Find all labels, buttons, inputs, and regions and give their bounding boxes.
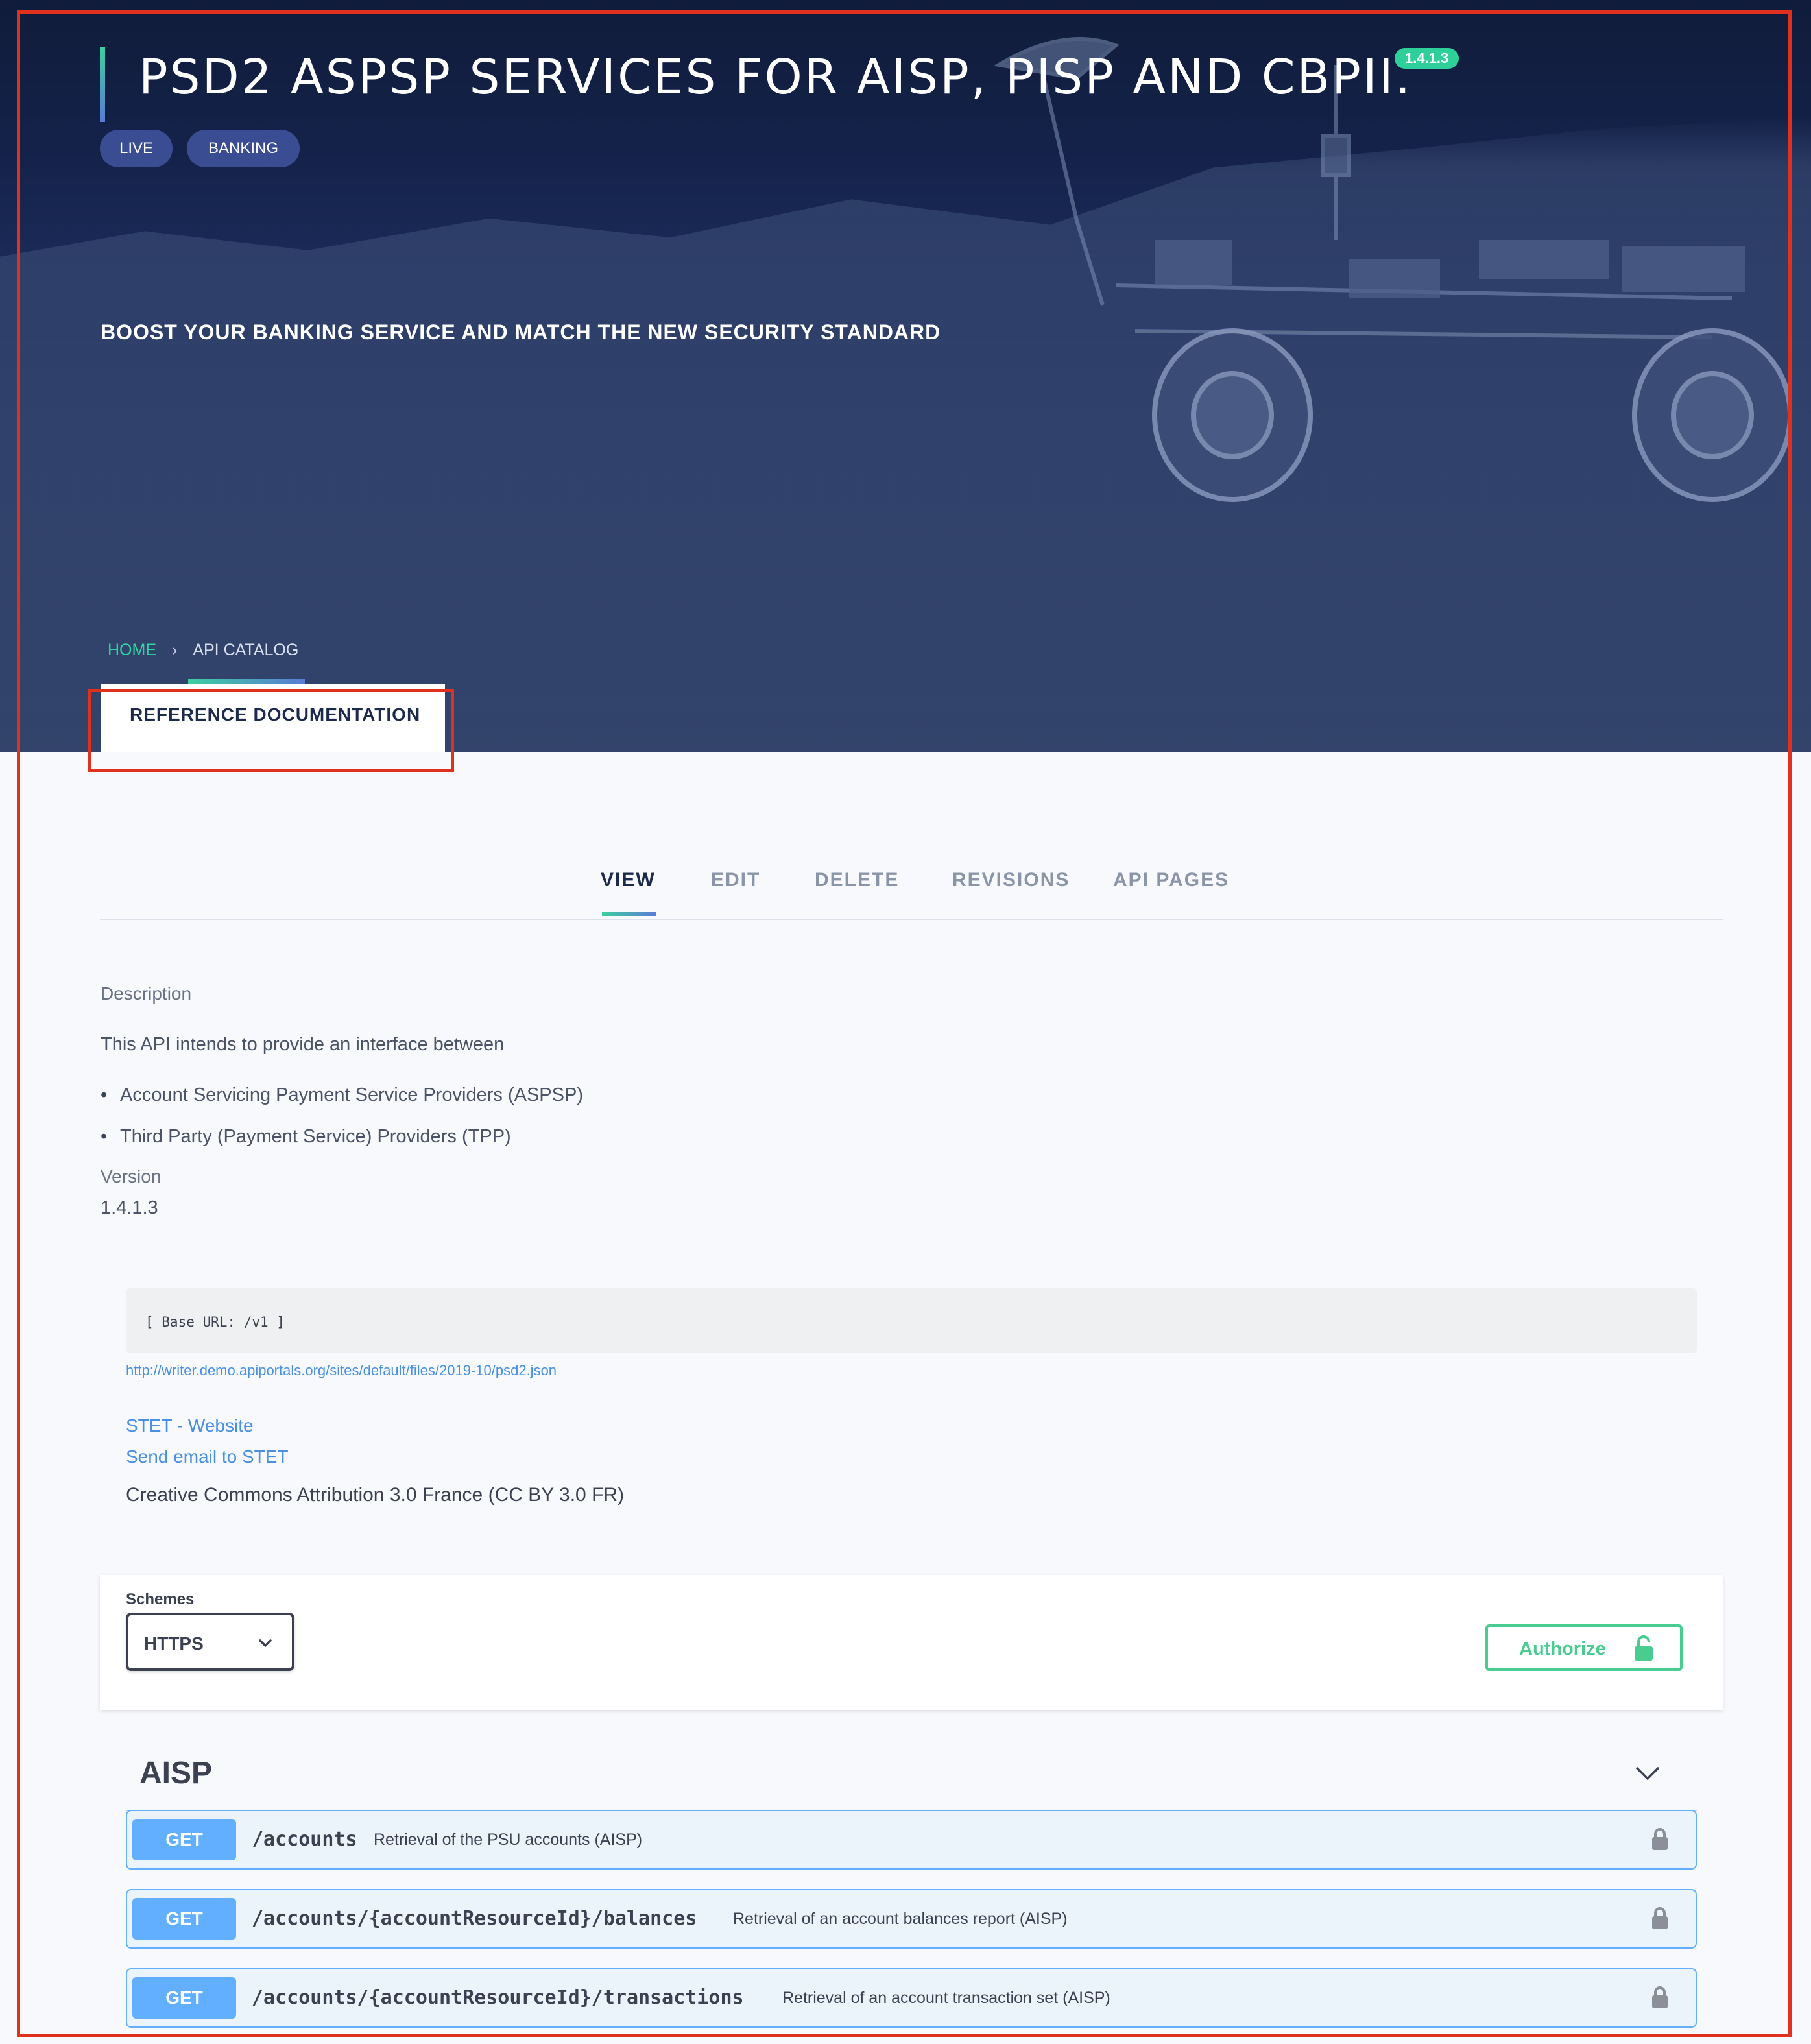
schemes-select[interactable]: HTTPS (126, 1613, 294, 1671)
tab-api-pages[interactable]: API PAGES (1113, 869, 1229, 891)
section-title-aisp[interactable]: AISP (139, 1755, 212, 1791)
hero-banner: PSD2 ASPSP SERVICES FOR AISP, PISP AND C… (0, 0, 1811, 752)
license-text: Creative Commons Attribution 3.0 France … (126, 1484, 625, 1506)
description-bullet: Account Servicing Payment Service Provid… (101, 1085, 583, 1106)
method-badge: GET (132, 1819, 236, 1860)
active-tab-indicator (602, 912, 656, 916)
operation-path: /accounts/{accountResourceId}/transactio… (252, 1986, 744, 2009)
breadcrumb-home-link[interactable]: HOME (108, 641, 156, 659)
hero-subtitle: BOOST YOUR BANKING SERVICE AND MATCH THE… (101, 320, 941, 344)
base-url-text: [ Base URL: /v1 ] (145, 1314, 285, 1330)
spec-json-link[interactable]: http://writer.demo.apiportals.org/sites/… (126, 1362, 557, 1379)
chevron-down-icon (259, 1639, 272, 1647)
tab-delete[interactable]: DELETE (815, 869, 899, 891)
method-badge: GET (132, 1977, 236, 2019)
tag-live[interactable]: LIVE (100, 130, 173, 167)
operation-row[interactable]: GET /accounts/{accountResourceId}/transa… (126, 1968, 1697, 2028)
page-title: PSD2 ASPSP SERVICES FOR AISP, PISP AND C… (139, 49, 1413, 105)
website-link[interactable]: STET - Website (126, 1415, 254, 1436)
base-url-box (126, 1288, 1697, 1353)
operation-path: /accounts/{accountResourceId}/balances (252, 1907, 697, 1930)
annotation-highlight-reference-tab (88, 689, 454, 772)
operation-summary: Retrieval of the PSU accounts (AISP) (374, 1831, 643, 1849)
description-text: This API intends to provide an interface… (101, 1034, 505, 1055)
operation-path: /accounts (252, 1828, 357, 1851)
padlock-icon[interactable] (1650, 1906, 1670, 1932)
breadcrumb: HOME › API CATALOG (108, 641, 298, 660)
chevron-down-icon[interactable] (1635, 1763, 1661, 1783)
schemes-panel (100, 1575, 1723, 1710)
method-badge: GET (132, 1898, 236, 1940)
tag-banking[interactable]: BANKING (187, 130, 300, 167)
description-label: Description (101, 983, 192, 1004)
unlocked-padlock-icon (1635, 1635, 1653, 1661)
version-badge: 1.4.1.3 (1395, 48, 1459, 69)
authorize-button[interactable]: Authorize (1485, 1624, 1683, 1671)
operation-summary: Retrieval of an account transaction set … (782, 1989, 1110, 2007)
chevron-right-icon: › (172, 641, 178, 659)
padlock-icon[interactable] (1650, 1827, 1670, 1853)
title-accent-bar (100, 47, 105, 122)
authorize-label: Authorize (1519, 1639, 1606, 1659)
description-bullet: Third Party (Payment Service) Providers … (101, 1126, 511, 1148)
version-value: 1.4.1.3 (101, 1197, 158, 1218)
operation-summary: Retrieval of an account balances report … (733, 1910, 1068, 1928)
padlock-icon[interactable] (1650, 1985, 1670, 2011)
tab-revisions[interactable]: REVISIONS (952, 869, 1070, 891)
tab-edit[interactable]: EDIT (711, 869, 760, 891)
operation-row[interactable]: GET /accounts Retrieval of the PSU accou… (126, 1810, 1697, 1870)
schemes-selected-value: HTTPS (144, 1633, 204, 1653)
schemes-label: Schemes (126, 1591, 195, 1608)
tab-view[interactable]: VIEW (601, 869, 656, 891)
reference-tab-accent (188, 679, 305, 684)
breadcrumb-api-catalog-link[interactable]: API CATALOG (193, 641, 298, 659)
email-link[interactable]: Send email to STET (126, 1447, 289, 1467)
tabs-divider (100, 919, 1723, 920)
version-label: Version (101, 1166, 162, 1186)
operation-row[interactable]: GET /accounts/{accountResourceId}/balanc… (126, 1889, 1697, 1949)
